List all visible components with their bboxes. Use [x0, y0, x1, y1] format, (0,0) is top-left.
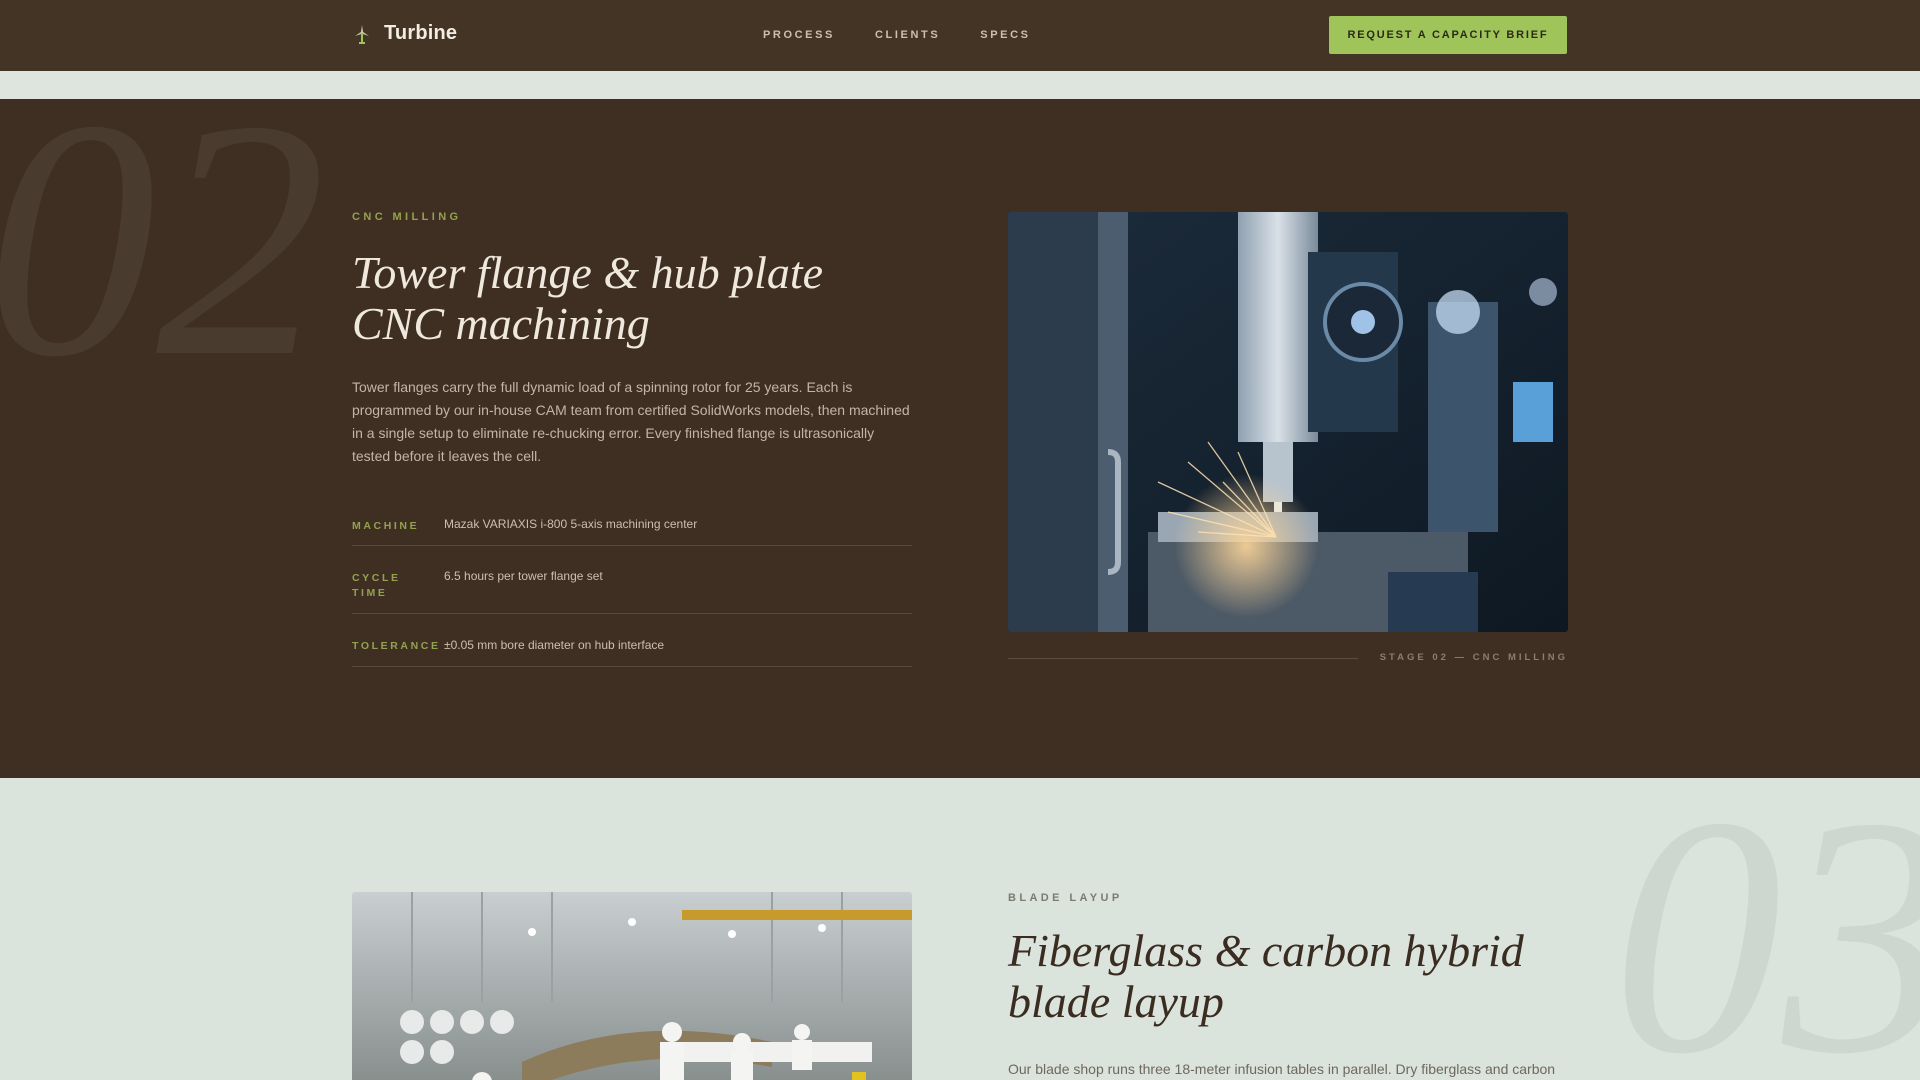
- blade-shop-illustration: [352, 892, 912, 1080]
- spec-row-cycle-time: CYCLE TIME 6.5 hours per tower flange se…: [352, 546, 912, 614]
- brand-name: Turbine: [384, 22, 458, 44]
- stage-description: Our blade shop runs three 18-meter infus…: [1008, 1061, 1556, 1077]
- stage-description: Tower flanges carry the full dynamic loa…: [352, 379, 910, 464]
- stage-03-section: 03 BLADE LAYUP Fiberglass & carbon hybri…: [0, 778, 1920, 1080]
- photo-caption: STAGE 02 — CNC MILLING: [1379, 652, 1568, 663]
- wind-turbine-icon: [355, 24, 369, 44]
- spec-key: CYCLE TIME: [352, 572, 401, 599]
- nav-link-clients[interactable]: CLIENTS: [875, 29, 940, 41]
- blade-layup-photo: [352, 892, 912, 1080]
- stage-number: 02: [0, 99, 326, 427]
- stage-title: Tower flange & hub plate CNC machining: [352, 247, 912, 349]
- spec-key: TOLERANCE: [352, 640, 441, 652]
- spec-value: 6.5 hours per tower flange set: [444, 569, 603, 583]
- spec-key: MACHINE: [352, 520, 420, 532]
- nav-link-process[interactable]: PROCESS: [763, 29, 835, 41]
- spec-row-machine: MACHINE Mazak VARIAXIS i-800 5-axis mach…: [352, 505, 912, 546]
- top-nav: Turbine PROCESS CLIENTS SPECS REQUEST A …: [0, 0, 1920, 71]
- spec-value: ±0.05 mm bore diameter on hub interface: [444, 638, 665, 652]
- stage-title-line-2: blade layup: [1008, 976, 1224, 1027]
- section-divider-strip: [0, 71, 1920, 99]
- spec-row-tolerance: TOLERANCE ±0.05 mm bore diameter on hub …: [352, 614, 912, 667]
- cnc-machine-photo: [1008, 212, 1568, 632]
- stage-eyebrow: BLADE LAYUP: [1008, 892, 1123, 904]
- brand[interactable]: Turbine: [352, 22, 457, 45]
- nav-link-specs[interactable]: SPECS: [980, 29, 1030, 41]
- stage-02-section: 02 CNC MILLING Tower flange & hub plate …: [0, 99, 1920, 778]
- stage-title-line-1: Fiberglass & carbon hybrid: [1008, 925, 1524, 976]
- stage-title: Fiberglass & carbon hybrid blade layup: [1008, 925, 1588, 1027]
- stage-eyebrow: CNC MILLING: [352, 211, 462, 223]
- request-capacity-brief-button[interactable]: REQUEST A CAPACITY BRIEF: [1329, 16, 1567, 54]
- stage-title-line-2: CNC machining: [352, 298, 650, 349]
- spec-value: Mazak VARIAXIS i-800 5-axis machining ce…: [444, 517, 698, 531]
- cnc-machine-illustration: [1008, 212, 1568, 632]
- nav-links: PROCESS CLIENTS SPECS: [763, 29, 1031, 41]
- stage-title-line-1: Tower flange & hub plate: [352, 247, 824, 298]
- spec-list: MACHINE Mazak VARIAXIS i-800 5-axis mach…: [352, 505, 912, 667]
- caption-rule: [1008, 658, 1358, 659]
- stage-number: 03: [1612, 778, 1920, 1080]
